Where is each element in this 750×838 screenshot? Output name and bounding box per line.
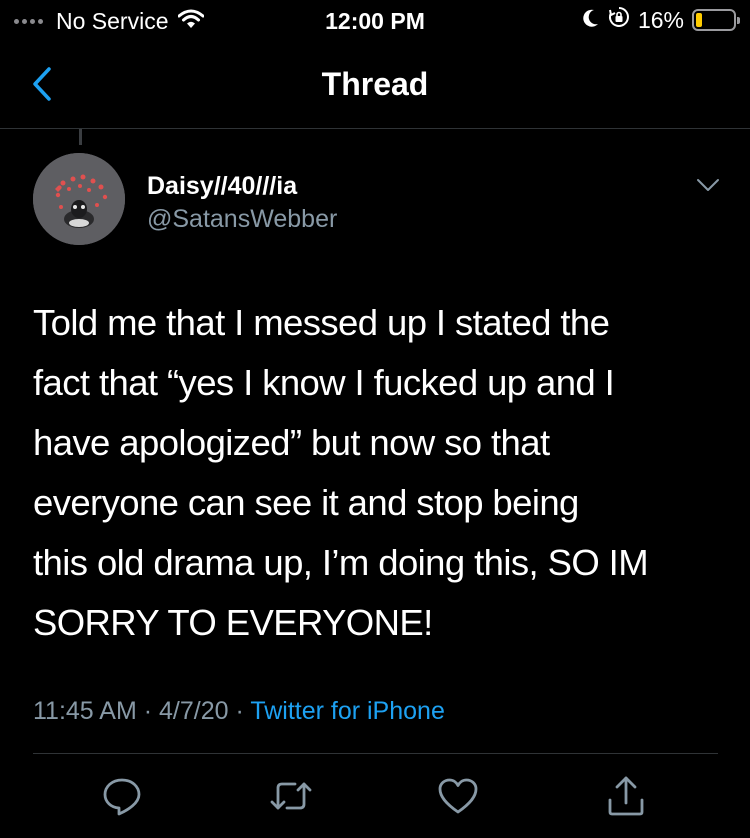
user-handle[interactable]: @SatansWebber	[147, 205, 337, 234]
tweet-meta: 11:45 AM · 4/7/20 · Twitter for iPhone	[33, 697, 445, 726]
reply-button[interactable]	[98, 772, 146, 820]
avatar[interactable]	[33, 153, 125, 245]
tweet-options-button[interactable]	[690, 170, 726, 200]
tweet-source-link[interactable]: Twitter for iPhone	[250, 697, 445, 725]
thread-connector-line	[79, 129, 82, 145]
divider	[33, 753, 718, 754]
battery-level	[696, 13, 702, 27]
reply-icon	[103, 778, 141, 816]
avatar-image	[33, 153, 125, 245]
chevron-down-icon	[697, 179, 719, 191]
like-icon	[438, 778, 478, 814]
status-bar: No Service 12:00 PM 16%	[0, 0, 750, 42]
like-button[interactable]	[434, 772, 482, 820]
tweet-date: 4/7/20	[159, 697, 229, 725]
tweet-time: 11:45 AM	[33, 697, 137, 725]
retweet-button[interactable]	[267, 772, 315, 820]
status-bar-right: 16%	[574, 6, 740, 34]
moon-icon	[582, 7, 600, 34]
tweet-text: Told me that I messed up I stated the fa…	[33, 302, 649, 643]
retweet-icon	[270, 782, 312, 810]
battery-percent: 16%	[637, 6, 684, 33]
share-button[interactable]	[602, 772, 650, 820]
meta-separator: ·	[143, 697, 153, 725]
battery-icon	[692, 9, 740, 31]
orientation-lock-icon	[608, 6, 630, 34]
nav-bar: Thread	[0, 42, 750, 129]
meta-separator: ·	[235, 697, 244, 725]
page-title: Thread	[321, 66, 429, 102]
display-name[interactable]: Daisy//40///ia	[147, 172, 297, 201]
share-icon	[608, 776, 644, 816]
